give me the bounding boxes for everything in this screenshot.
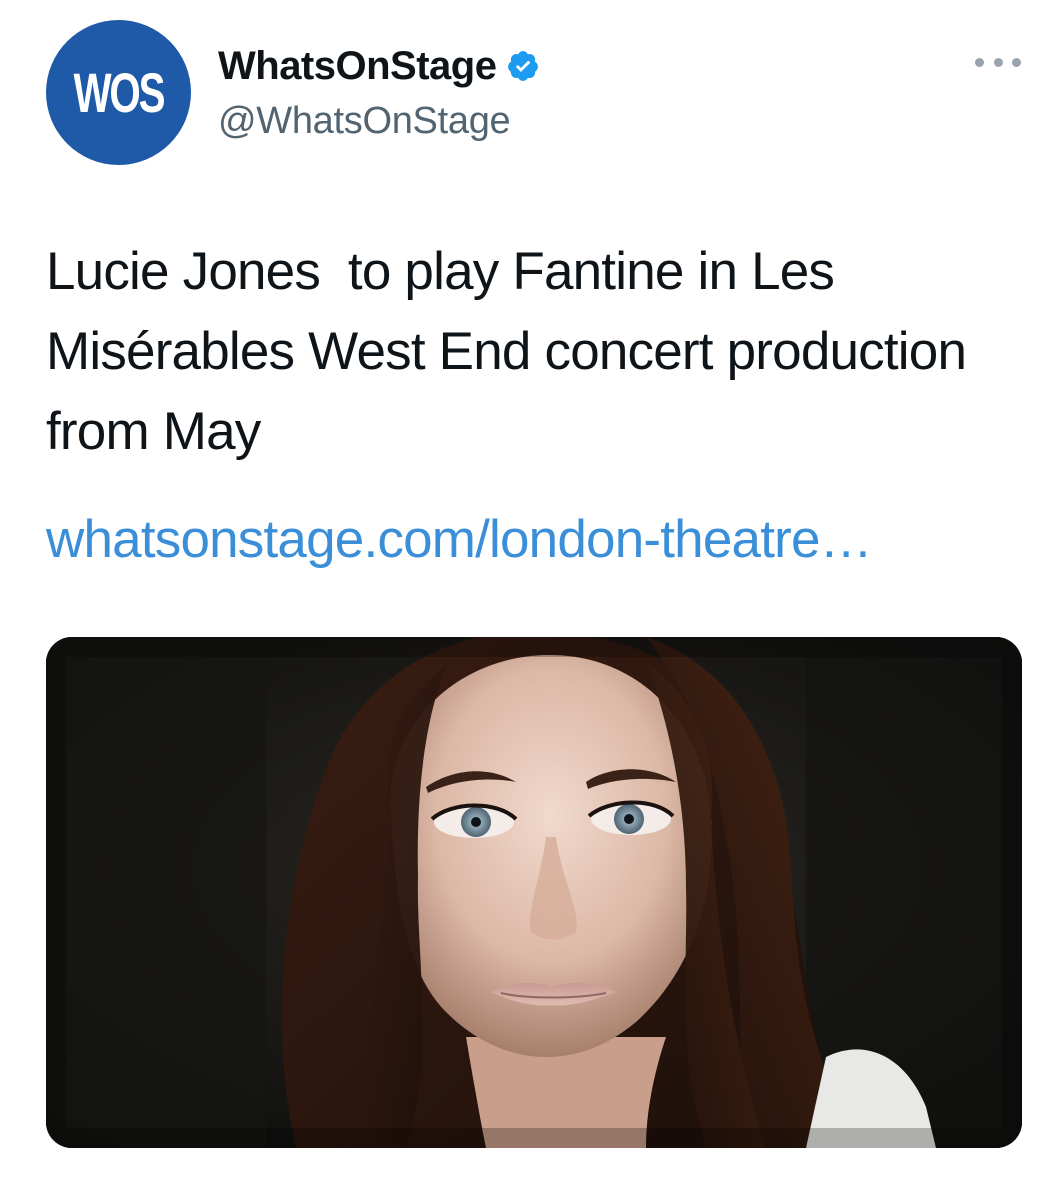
more-dot <box>975 57 984 67</box>
display-name[interactable]: WhatsOnStage <box>218 44 497 89</box>
tweet: WOS WhatsOnStage @WhatsOnStage Lucie Jon… <box>0 0 1041 1200</box>
verified-badge-icon <box>506 49 540 83</box>
display-name-row: WhatsOnStage <box>218 40 540 92</box>
more-options-icon[interactable] <box>975 52 1021 72</box>
avatar[interactable]: WOS <box>46 20 191 165</box>
more-dot <box>993 57 1003 67</box>
account-handle[interactable]: @WhatsOnStage <box>218 100 540 143</box>
tweet-link[interactable]: whatsonstage.com/london-theatre… <box>46 500 873 580</box>
more-dot <box>1012 57 1021 67</box>
portrait-photo <box>46 637 1022 1148</box>
avatar-logo-text: WOS <box>73 61 166 124</box>
tweet-text: Lucie Jones to play Fantine in Les Misér… <box>46 242 981 461</box>
tweet-media-photo[interactable] <box>46 637 1022 1148</box>
tweet-header: WOS WhatsOnStage @WhatsOnStage <box>46 20 1021 165</box>
account-names: WhatsOnStage @WhatsOnStage <box>218 40 540 143</box>
